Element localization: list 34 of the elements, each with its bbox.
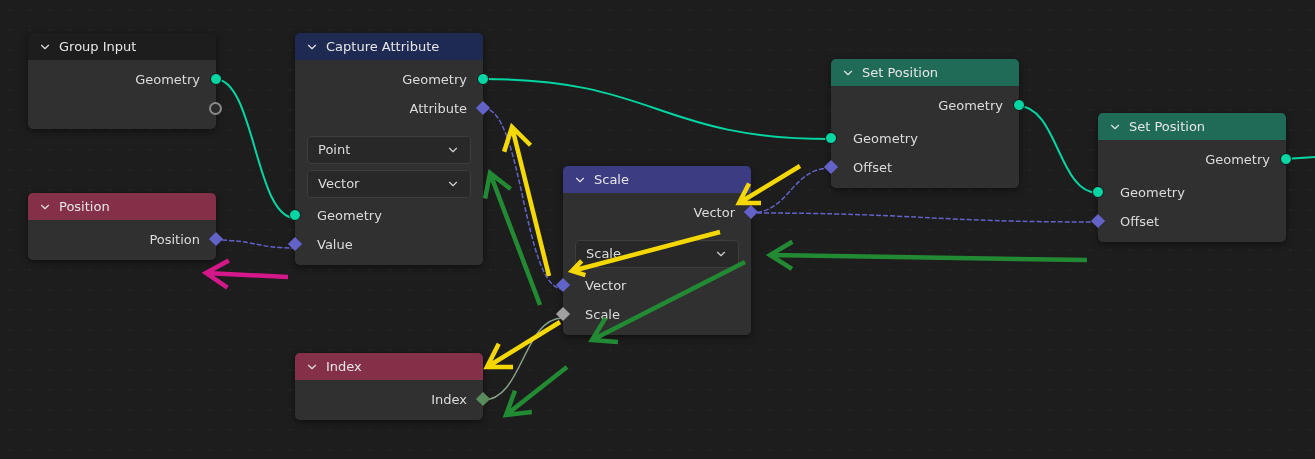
node-header[interactable]: Index: [295, 353, 483, 380]
node-header[interactable]: Capture Attribute: [295, 33, 483, 60]
node-header[interactable]: Position: [28, 193, 216, 220]
socket-label: Geometry: [1120, 183, 1185, 202]
socket-label: Vector: [585, 276, 627, 295]
node-title: Position: [59, 197, 110, 216]
node-title: Set Position: [1129, 117, 1206, 136]
annotation-arrow: [502, 364, 570, 418]
node-header[interactable]: Group Input: [28, 33, 216, 60]
socket-label: Attribute: [409, 99, 467, 118]
socket-label: Geometry: [317, 206, 382, 225]
socket-label: Geometry: [853, 129, 918, 148]
socket-label: Geometry: [402, 70, 467, 89]
dropdown-field[interactable]: Point: [307, 136, 471, 164]
node-title: Index: [326, 357, 362, 376]
node-title: Scale: [594, 170, 629, 189]
node-header[interactable]: Set Position: [831, 59, 1019, 86]
socket-label: Scale: [585, 305, 620, 324]
socket-label: Geometry: [938, 96, 1003, 115]
node-title: Group Input: [59, 37, 137, 56]
socket-label: Offset: [853, 158, 893, 177]
node-header[interactable]: Set Position: [1098, 113, 1286, 140]
annotation-arrow: [735, 163, 803, 206]
socket-label: Geometry: [1205, 150, 1270, 169]
socket-label: Position: [149, 230, 200, 249]
node-title: Set Position: [862, 63, 939, 82]
node-title: Capture Attribute: [326, 37, 440, 56]
socket-label: Vector: [693, 203, 735, 222]
socket-label: Value: [317, 235, 353, 254]
socket-label: Geometry: [135, 70, 200, 89]
dropdown-field[interactable]: Vector: [307, 170, 471, 198]
socket-label: Offset: [1120, 212, 1160, 231]
socket-label: Index: [431, 390, 467, 409]
node-header[interactable]: Scale: [563, 166, 751, 193]
